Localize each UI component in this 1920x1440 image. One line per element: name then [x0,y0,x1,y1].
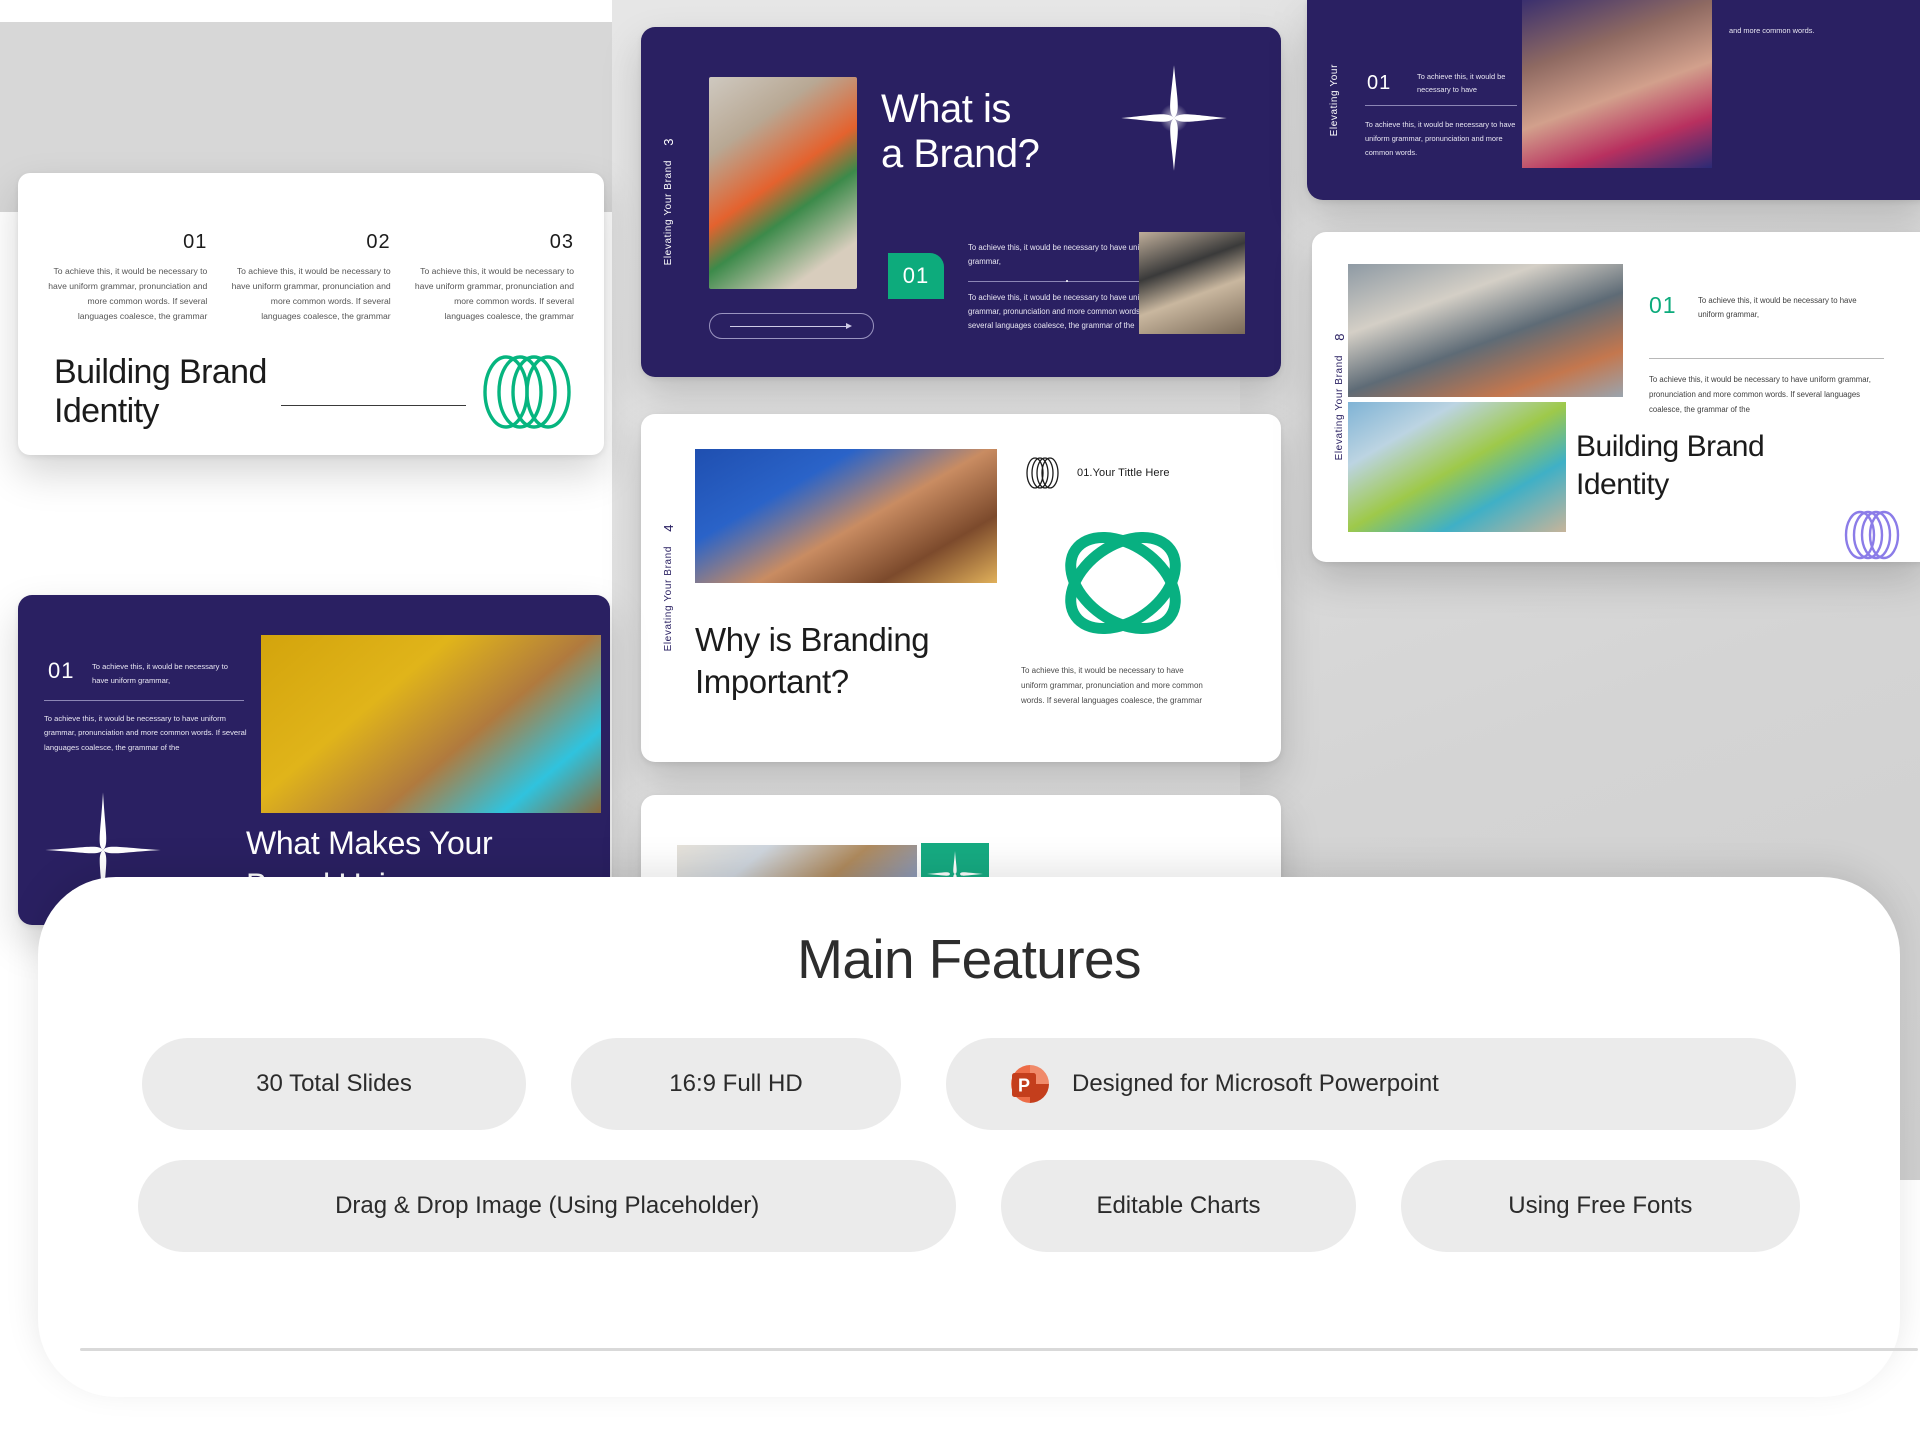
slide-photo-primary [1348,264,1623,397]
rail-label: Elevating Your Brand [662,160,674,266]
slide-card-what-is-a-brand[interactable]: 3 Elevating Your Brand What is a Brand? … [641,27,1281,377]
slide-text-right: and more common words. [1729,26,1815,35]
feature-pill-total-slides[interactable]: 30 Total Slides [142,1038,526,1130]
column-number: 01 [183,231,208,253]
slide-title: What is a Brand? [881,87,1040,177]
overlapping-circles-logo-icon [1026,457,1059,489]
overlapping-circles-logo-lavender-icon [1844,510,1900,560]
feature-label: Editable Charts [1096,1192,1261,1219]
slide-card-columns[interactable]: 01 To achieve this, it would be necessar… [18,173,604,455]
feature-pill-drag-drop[interactable]: Drag & Drop Image (Using Placeholder) [138,1160,957,1252]
column-item: 02 To achieve this, it would be necessar… [229,231,391,324]
screenshot-stage: 01 To achieve this, it would be necessar… [0,0,1920,1440]
title-line-1: What is [881,87,1011,131]
column-body: To achieve this, it would be necessary t… [48,266,208,322]
features-row-2: Drag & Drop Image (Using Placeholder) Ed… [38,1160,1900,1252]
slide-text-top: To achieve this, it would be necessary t… [1698,296,1857,320]
slide-body: To achieve this, it would be necessary t… [1021,666,1203,705]
feature-label: Using Free Fonts [1508,1192,1693,1219]
orbit-rings-logo-icon [1065,531,1181,635]
feature-pill-resolution[interactable]: 16:9 Full HD [571,1038,901,1130]
slide-photo [709,77,857,289]
slide-rail: 4 Elevating Your Brand [653,414,683,762]
slide-title: Why is Branding Important? [695,619,930,703]
title-line-1: Building Brand [54,352,267,391]
title-line-2: Identity [1576,467,1669,501]
slide-photo [261,635,601,813]
slide-title: Building Brand Identity [1576,428,1765,503]
slide-badge-number: 01 [1367,72,1392,94]
slide-badge-number: 01 [888,253,944,299]
divider [44,700,244,701]
slide-text-bottom: To achieve this, it would be necessary t… [1649,375,1871,415]
title-line-1: What Makes Your [246,825,493,861]
four-point-star-icon [1121,65,1227,171]
title-line-1: Building Brand [1576,430,1765,463]
panel-divider [80,1348,1918,1351]
overlapping-circles-logo-icon [483,355,571,429]
rail-label: Elevating Your Brand [1333,355,1345,461]
arrow-head-icon [846,323,852,329]
column-item: 01 To achieve this, it would be necessar… [46,231,207,324]
slide-subtitle: 01.Your Tittle Here [1077,467,1170,479]
divider [968,280,1164,282]
slide-text-top: To achieve this, it would be necessary t… [92,662,228,685]
slide-photo-secondary [1348,402,1566,532]
slide-number: 4 [660,524,676,533]
slide-text-bottom: To achieve this, it would be necessary t… [44,714,247,752]
title-line-2: Important? [695,663,849,701]
slide-text-top: To achieve this, it would be necessary t… [968,243,1155,267]
title-line-1: Why is Branding [695,621,930,658]
slide-card-building-brand-identity[interactable]: 8 Elevating Your Brand 01 To achieve thi… [1312,232,1920,562]
column-body: To achieve this, it would be necessary t… [414,266,574,322]
arrow-line [730,326,850,327]
feature-label: 16:9 Full HD [669,1070,803,1097]
divider [1649,358,1884,359]
title-line-2: a Brand? [881,131,1040,176]
column-number: 03 [549,231,574,253]
rail-label: Elevating Your [1328,63,1340,137]
powerpoint-icon: P [1011,1065,1049,1103]
column-number: 02 [366,231,391,253]
features-row-1: 30 Total Slides 16:9 Full HD P Designed … [38,1038,1900,1130]
column-body: To achieve this, it would be necessary t… [231,266,391,322]
title-rule [280,405,466,407]
title-logo-row: Building Brand Identity [54,353,574,431]
slide-card-what-makes-unique[interactable]: 01 To achieve this, it would be necessar… [18,595,610,925]
slide-badge-number: 01 [48,658,75,683]
svg-text:P: P [1018,1076,1030,1096]
column-item: 03 To achieve this, it would be necessar… [413,231,574,324]
slide-card-why-branding[interactable]: 4 Elevating Your Brand Why is Branding I… [641,414,1281,762]
slide-photo-secondary [1139,232,1245,334]
title-line-2: Identity [54,391,159,430]
slide-photo [695,449,997,583]
feature-pill-powerpoint[interactable]: P Designed for Microsoft Powerpoint [946,1038,1796,1130]
slide-number: 8 [1331,333,1347,342]
feature-label: Drag & Drop Image (Using Placeholder) [335,1192,760,1219]
feature-pill-editable-charts[interactable]: Editable Charts [1001,1160,1356,1252]
page-title: Main Features [797,928,1141,990]
slide-number: 3 [660,138,676,147]
feature-label: Designed for Microsoft Powerpoint [1072,1070,1439,1097]
slide-text-bottom: To achieve this, it would be necessary t… [968,293,1155,331]
slide-text-bottom: To achieve this, it would be necessary t… [1365,120,1516,158]
feature-pill-free-fonts[interactable]: Using Free Fonts [1400,1160,1800,1252]
slide-badge-number: 01 [1649,292,1677,318]
slide-rail: 3 Elevating Your Brand [653,27,683,377]
three-column-group: 01 To achieve this, it would be necessar… [46,231,574,324]
feature-label: 30 Total Slides [256,1070,412,1097]
slide-title: Building Brand Identity [54,353,267,431]
slide-text-top: To achieve this, it would be necessary t… [1417,72,1506,95]
main-features-panel: Main Features 30 Total Slides 16:9 Full … [38,877,1918,1397]
divider [1365,105,1517,106]
rail-label: Elevating Your Brand [662,546,674,652]
arrow-right-button[interactable] [709,313,874,339]
slide-subtitle-row: 01.Your Tittle Here [1021,457,1170,489]
slide-card-top-right[interactable]: Elevating Your 01 To achieve this, it wo… [1307,0,1920,200]
slide-rail: Elevating Your [1319,0,1349,200]
slide-photo [1522,0,1712,168]
